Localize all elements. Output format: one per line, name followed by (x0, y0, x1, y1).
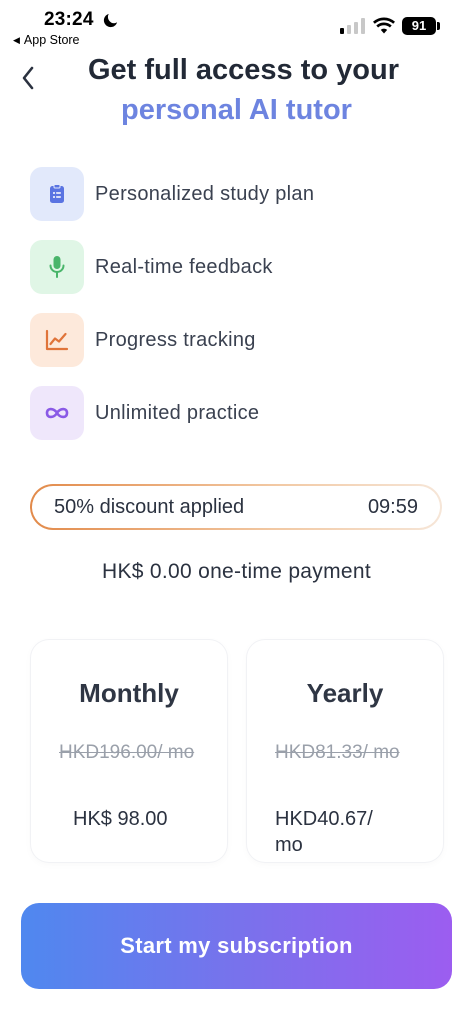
infinity-icon (30, 386, 84, 440)
feature-item-study-plan: Personalized study plan (30, 167, 314, 221)
discount-timer: 09:59 (367, 495, 418, 518)
plan-title: Yearly (306, 678, 384, 708)
feature-label: Progress tracking (95, 328, 256, 351)
battery-tip (437, 22, 440, 30)
plan-original-price: HKD81.33/ mo (275, 742, 400, 763)
plan-card-monthly[interactable]: Monthly HKD196.00/ mo HK$ 98.00 (31, 640, 227, 862)
start-subscription-button[interactable]: Start my subscription (21, 903, 452, 989)
page-title: Get full access to your (87, 54, 400, 86)
wifi-icon (373, 17, 395, 34)
payment-summary: HK$ 0.00 one-time payment (102, 560, 371, 583)
status-bar: 23:24 ◀ App Store 91 (0, 0, 473, 52)
feature-label: Real-time feedback (95, 255, 273, 278)
battery-indicator: 91 (402, 17, 436, 35)
moon-icon (103, 13, 118, 28)
feature-item-feedback: Real-time feedback (30, 240, 273, 294)
plan-original-price: HKD196.00/ mo (59, 742, 195, 763)
plan-card-yearly[interactable]: Yearly HKD81.33/ mo HKD40.67/ mo (247, 640, 443, 862)
plan-discounted-price: HK$ 98.00 (73, 808, 168, 830)
chart-line-icon (30, 313, 84, 367)
page-subtitle-accent: personal AI tutor (121, 94, 352, 126)
discount-label: 50% discount applied (54, 495, 245, 518)
feature-item-progress: Progress tracking (30, 313, 256, 367)
back-to-app-store[interactable]: ◀ App Store (13, 33, 80, 47)
plan-title: Monthly (79, 678, 179, 708)
clipboard-list-icon (30, 167, 84, 221)
back-triangle-icon: ◀ (13, 34, 20, 45)
feature-label: Personalized study plan (95, 182, 315, 205)
cellular-signal-icon (340, 18, 365, 34)
microphone-icon (30, 240, 84, 294)
status-time: 23:24 (44, 9, 94, 30)
paywall-screen: 23:24 ◀ App Store 91 Get full access to … (0, 0, 473, 1024)
plan-discounted-price: HKD40.67/ mo (275, 808, 373, 856)
feature-label: Unlimited practice (95, 401, 260, 424)
back-app-label: App Store (23, 33, 80, 47)
discount-banner: 50% discount applied 09:59 (30, 484, 442, 530)
discount-banner-inner: 50% discount applied 09:59 (32, 486, 440, 528)
feature-item-practice: Unlimited practice (30, 386, 259, 440)
